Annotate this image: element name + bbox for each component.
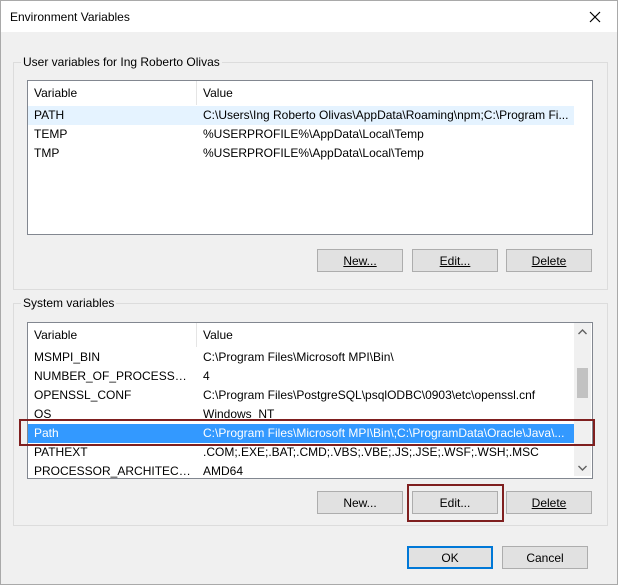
column-variable[interactable]: Variable <box>28 81 197 105</box>
ok-label: OK <box>441 550 459 565</box>
user-row-tmp[interactable]: TMP %USERPROFILE%\AppData\Local\Temp <box>28 144 574 163</box>
column-variable[interactable]: Variable <box>28 323 197 347</box>
close-icon <box>589 11 601 22</box>
row-variable: OPENSSL_CONF <box>34 388 132 402</box>
user-row-path[interactable]: PATH C:\Users\Ing Roberto Olivas\AppData… <box>28 106 574 125</box>
system-edit-label: Edit... <box>439 495 471 510</box>
row-value: AMD64 <box>203 464 244 478</box>
row-value: Windows_NT <box>203 407 275 421</box>
row-variable: Path <box>34 426 59 440</box>
row-variable: PROCESSOR_ARCHITECTURE <box>34 464 194 478</box>
user-edit-label: Edit... <box>439 253 471 268</box>
user-new-label: New... <box>343 253 377 268</box>
system-variables-list[interactable]: Variable Value MSMPI_BIN C:\Program File… <box>27 322 593 479</box>
system-delete-label: Delete <box>531 495 567 510</box>
environment-variables-dialog: Environment Variables User variables for… <box>0 0 618 585</box>
system-row-number-of-processors[interactable]: NUMBER_OF_PROCESSORS 4 <box>28 367 574 386</box>
column-value[interactable]: Value <box>197 81 592 105</box>
system-list-scrollbar[interactable] <box>574 323 591 476</box>
system-row-processor-architecture[interactable]: PROCESSOR_ARCHITECTURE AMD64 <box>28 462 574 478</box>
chevron-up-icon <box>578 328 587 334</box>
row-variable: PATH <box>34 108 65 122</box>
row-value: %USERPROFILE%\AppData\Local\Temp <box>203 146 424 160</box>
system-row-os[interactable]: OS Windows_NT <box>28 405 574 424</box>
system-row-openssl-conf[interactable]: OPENSSL_CONF C:\Program Files\PostgreSQL… <box>28 386 574 405</box>
chevron-down-icon <box>578 465 587 471</box>
system-edit-button[interactable]: Edit... <box>412 491 498 514</box>
window-title: Environment Variables <box>10 10 130 24</box>
row-value: C:\Program Files\Microsoft MPI\Bin\;C:\P… <box>203 426 565 440</box>
close-button[interactable] <box>573 1 617 32</box>
row-variable: PATHEXT <box>34 445 88 459</box>
system-new-button[interactable]: New... <box>317 491 403 514</box>
row-value: C:\Program Files\PostgreSQL\psqlODBC\090… <box>203 388 536 402</box>
scroll-thumb[interactable] <box>577 368 588 398</box>
row-variable: MSMPI_BIN <box>34 350 101 364</box>
ok-button[interactable]: OK <box>407 546 493 569</box>
system-new-label: New... <box>343 495 377 510</box>
system-row-pathext[interactable]: PATHEXT .COM;.EXE;.BAT;.CMD;.VBS;.VBE;.J… <box>28 443 574 462</box>
user-row-temp[interactable]: TEMP %USERPROFILE%\AppData\Local\Temp <box>28 125 574 144</box>
system-row-path-selected[interactable]: Path C:\Program Files\Microsoft MPI\Bin\… <box>28 424 574 443</box>
system-row-msmpi-bin[interactable]: MSMPI_BIN C:\Program Files\Microsoft MPI… <box>28 348 574 367</box>
row-value: %USERPROFILE%\AppData\Local\Temp <box>203 127 424 141</box>
user-new-button[interactable]: New... <box>317 249 403 272</box>
column-value[interactable]: Value <box>197 323 574 347</box>
scroll-up-button[interactable] <box>574 323 591 340</box>
user-edit-button[interactable]: Edit... <box>412 249 498 272</box>
user-delete-button[interactable]: Delete <box>506 249 592 272</box>
row-variable: NUMBER_OF_PROCESSORS <box>34 369 194 383</box>
row-value: C:\Program Files\Microsoft MPI\Bin\ <box>203 350 394 364</box>
cancel-button[interactable]: Cancel <box>502 546 588 569</box>
title-bar: Environment Variables <box>1 1 617 32</box>
user-delete-label: Delete <box>531 253 567 268</box>
scroll-down-button[interactable] <box>574 459 591 476</box>
user-list-header: Variable Value <box>28 81 592 105</box>
cancel-label: Cancel <box>526 550 564 565</box>
row-value: .COM;.EXE;.BAT;.CMD;.VBS;.VBE;.JS;.JSE;.… <box>203 445 539 459</box>
row-variable: TMP <box>34 146 60 160</box>
user-variables-label: User variables for Ing Roberto Olivas <box>21 55 222 69</box>
system-variables-label: System variables <box>21 296 117 310</box>
user-variables-list[interactable]: Variable Value PATH C:\Users\Ing Roberto… <box>27 80 593 235</box>
row-value: 4 <box>203 369 210 383</box>
system-delete-button[interactable]: Delete <box>506 491 592 514</box>
row-variable: TEMP <box>34 127 68 141</box>
system-list-header: Variable Value <box>28 323 592 347</box>
row-value: C:\Users\Ing Roberto Olivas\AppData\Roam… <box>203 108 569 122</box>
row-variable: OS <box>34 407 52 421</box>
